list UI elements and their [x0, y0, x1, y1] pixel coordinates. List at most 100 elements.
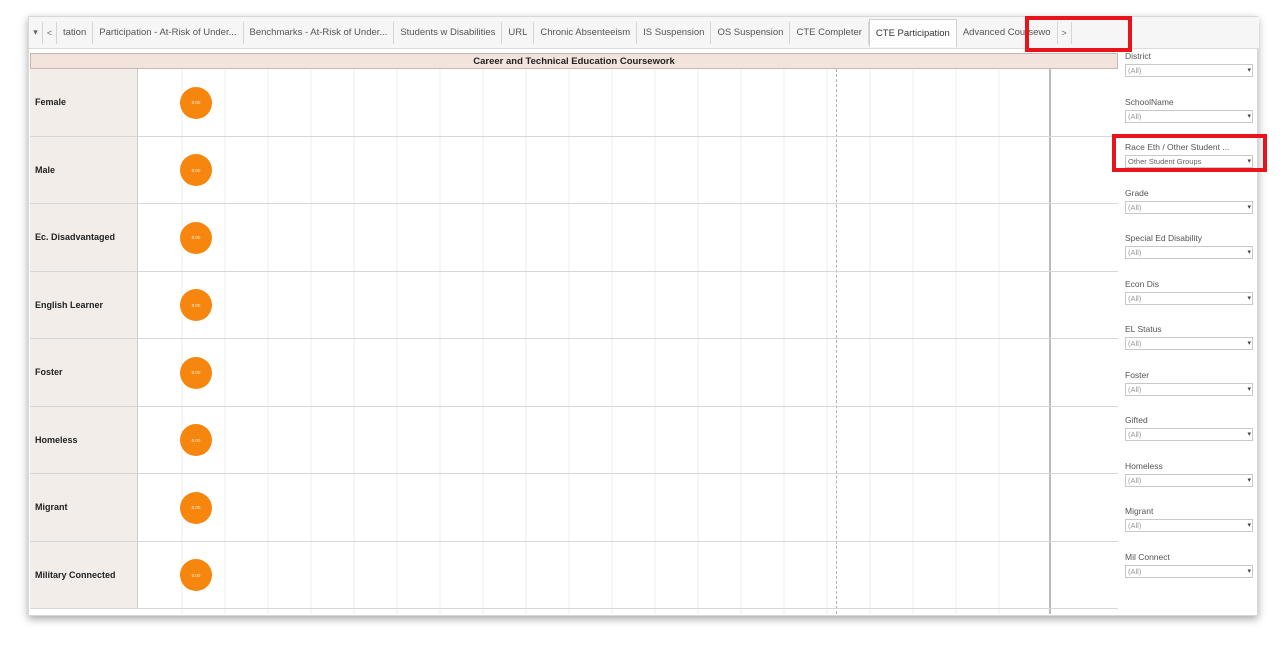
tab-participation-at-risk[interactable]: Participation - At-Risk of Under... [93, 21, 244, 44]
dropdown-caret-icon: ▾ [1247, 431, 1251, 438]
filter-value: (All) [1128, 111, 1142, 121]
tab-is-suspension[interactable]: IS Suspension [637, 21, 712, 44]
filter-dropdown[interactable]: (All) ▾ [1125, 428, 1253, 441]
filter-value: (All) [1128, 66, 1142, 75]
filter-dropdown[interactable]: (All) ▾ [1125, 382, 1253, 396]
filter-value: (All) [1128, 430, 1142, 439]
tab-scroll-right-icon[interactable]: > [1058, 21, 1072, 44]
filter-dropdown[interactable]: (All) ▾ [1125, 246, 1253, 259]
dropdown-caret-icon: ▾ [1247, 158, 1251, 165]
filter-dropdown[interactable]: (All) ▾ [1125, 564, 1253, 578]
filter-group: Grade (All) ▾ [1125, 188, 1253, 214]
filter-dropdown[interactable]: (All) ▾ [1125, 64, 1253, 77]
row-header-label: Ec. Disadvantaged [30, 204, 138, 271]
row-header-label: Female [30, 69, 138, 136]
data-point[interactable]: 0.00 [180, 154, 212, 187]
tab-advanced-coursework[interactable]: Advanced Coursewo [957, 21, 1058, 44]
dropdown-caret-icon: ▾ [1247, 203, 1251, 211]
chart-title: Career and Technical Education Coursewor… [30, 53, 1118, 69]
filter-dropdown[interactable]: (All) ▾ [1125, 109, 1253, 123]
row-plot: 0.00 [138, 272, 1118, 339]
tab-cte-completer[interactable]: CTE Completer [790, 21, 869, 44]
filter-value: (All) [1128, 566, 1142, 576]
chart-row: English Learner 0.00 [30, 271, 1118, 339]
filter-label: Mil Connect [1125, 551, 1170, 562]
tab-os-suspension[interactable]: OS Suspension [711, 21, 791, 44]
filter-value: (All) [1128, 339, 1142, 348]
filter-value: (All) [1128, 384, 1142, 394]
tab-participation[interactable]: tation [57, 21, 94, 44]
chart-row: Homeless 0.00 [30, 406, 1118, 474]
filter-dropdown[interactable]: (All) ▾ [1125, 200, 1253, 214]
filter-label: Migrant [1125, 506, 1154, 516]
dropdown-caret-icon: ▾ [1247, 567, 1251, 575]
dropdown-caret-icon: ▾ [1247, 112, 1251, 120]
filter-value: (All) [1128, 202, 1142, 212]
tab-list-dropdown-icon[interactable]: ▾ [29, 21, 43, 44]
filter-group: Special Ed Disability (All) ▾ [1125, 233, 1253, 259]
filter-group: Mil Connect (All) ▾ [1125, 552, 1253, 578]
data-point[interactable]: 0.00 [180, 491, 212, 524]
filter-value: (All) [1128, 521, 1142, 530]
filter-label: SchoolName [1125, 96, 1174, 107]
dropdown-caret-icon: ▾ [1247, 249, 1251, 256]
data-point[interactable]: 0.00 [180, 221, 212, 254]
chart-row: Female 0.00 [30, 69, 1118, 137]
row-plot: 0.00 [138, 474, 1118, 541]
filter-dropdown[interactable]: (All) ▾ [1125, 519, 1253, 532]
row-plot: 0.00 [138, 339, 1118, 406]
filter-label: Grade [1125, 187, 1149, 198]
row-plot: 0.00 [138, 137, 1118, 204]
dropdown-caret-icon: ▾ [1247, 476, 1251, 484]
filter-dropdown[interactable]: (All) ▾ [1125, 291, 1253, 305]
filter-label: Race Eth / Other Student ... [1125, 142, 1230, 152]
chart-area: Career and Technical Education Coursewor… [30, 49, 1118, 614]
chart-row: Male 0.00 [30, 136, 1118, 204]
tab-url[interactable]: URL [502, 21, 535, 44]
row-plot: 0.00 [138, 407, 1118, 474]
filter-group: Migrant (All) ▾ [1125, 506, 1253, 532]
filter-label: EL Status [1125, 324, 1162, 334]
filter-value: (All) [1128, 248, 1142, 257]
filter-group: Homeless (All) ▾ [1125, 461, 1253, 487]
filter-dropdown[interactable]: (All) ▾ [1125, 337, 1253, 350]
sheet-tab-bar: ▾ < tation Participation - At-Risk of Un… [29, 17, 1259, 49]
data-point[interactable]: 0.00 [180, 356, 212, 389]
data-point[interactable]: 0.00 [180, 289, 212, 322]
row-header-label: Male [30, 136, 138, 203]
row-header-label: English Learner [30, 271, 138, 338]
tab-chronic-absenteeism[interactable]: Chronic Absenteeism [534, 21, 638, 44]
row-header-label: Military Connected [30, 541, 138, 608]
filter-panel: District (All) ▾ SchoolName (All) ▾ Race Eth /… [1119, 51, 1257, 611]
chart-row: Migrant 0.00 [30, 474, 1118, 542]
dropdown-caret-icon: ▾ [1247, 67, 1251, 74]
tab-scroll-left-icon[interactable]: < [43, 21, 57, 44]
filter-label: Homeless [1125, 460, 1163, 471]
chart-row: Military Connected 0.00 [30, 541, 1118, 609]
data-point[interactable]: 0.00 [180, 424, 212, 457]
dashboard-window: ▾ < tation Participation - At-Risk of Un… [28, 16, 1259, 616]
tab-benchmarks-at-risk[interactable]: Benchmarks - At-Risk of Under... [244, 21, 395, 44]
filter-dropdown[interactable]: (All) ▾ [1125, 473, 1253, 487]
tab-students-w-disabilities[interactable]: Students w Disabilities [394, 21, 503, 44]
filter-group: EL Status (All) ▾ [1125, 324, 1253, 350]
filter-dropdown[interactable]: Other Student Groups ▾ [1125, 155, 1253, 168]
chart-row: Foster 0.00 [30, 339, 1118, 407]
filter-group: Race Eth / Other Student ... Other Studen… [1125, 142, 1253, 168]
filter-value: (All) [1128, 475, 1142, 485]
tab-cte-participation[interactable]: CTE Participation [868, 18, 957, 47]
row-header-label: Homeless [30, 406, 138, 473]
data-point[interactable]: 0.00 [180, 559, 212, 592]
chart-row: Ec. Disadvantaged 0.00 [30, 204, 1118, 272]
filter-group: Econ Dis (All) ▾ [1125, 279, 1253, 305]
filter-label: Econ Dis [1125, 278, 1160, 289]
filter-group: Foster (All) ▾ [1125, 370, 1253, 396]
dropdown-caret-icon: ▾ [1247, 294, 1251, 302]
filter-label: Gifted [1125, 415, 1148, 425]
row-header-label: Foster [30, 339, 138, 406]
row-plot: 0.00 [138, 69, 1118, 136]
row-header-label: Migrant [30, 474, 138, 541]
dropdown-caret-icon: ▾ [1247, 340, 1251, 347]
filter-label: Foster [1125, 369, 1150, 380]
data-point[interactable]: 0.00 [180, 86, 212, 119]
